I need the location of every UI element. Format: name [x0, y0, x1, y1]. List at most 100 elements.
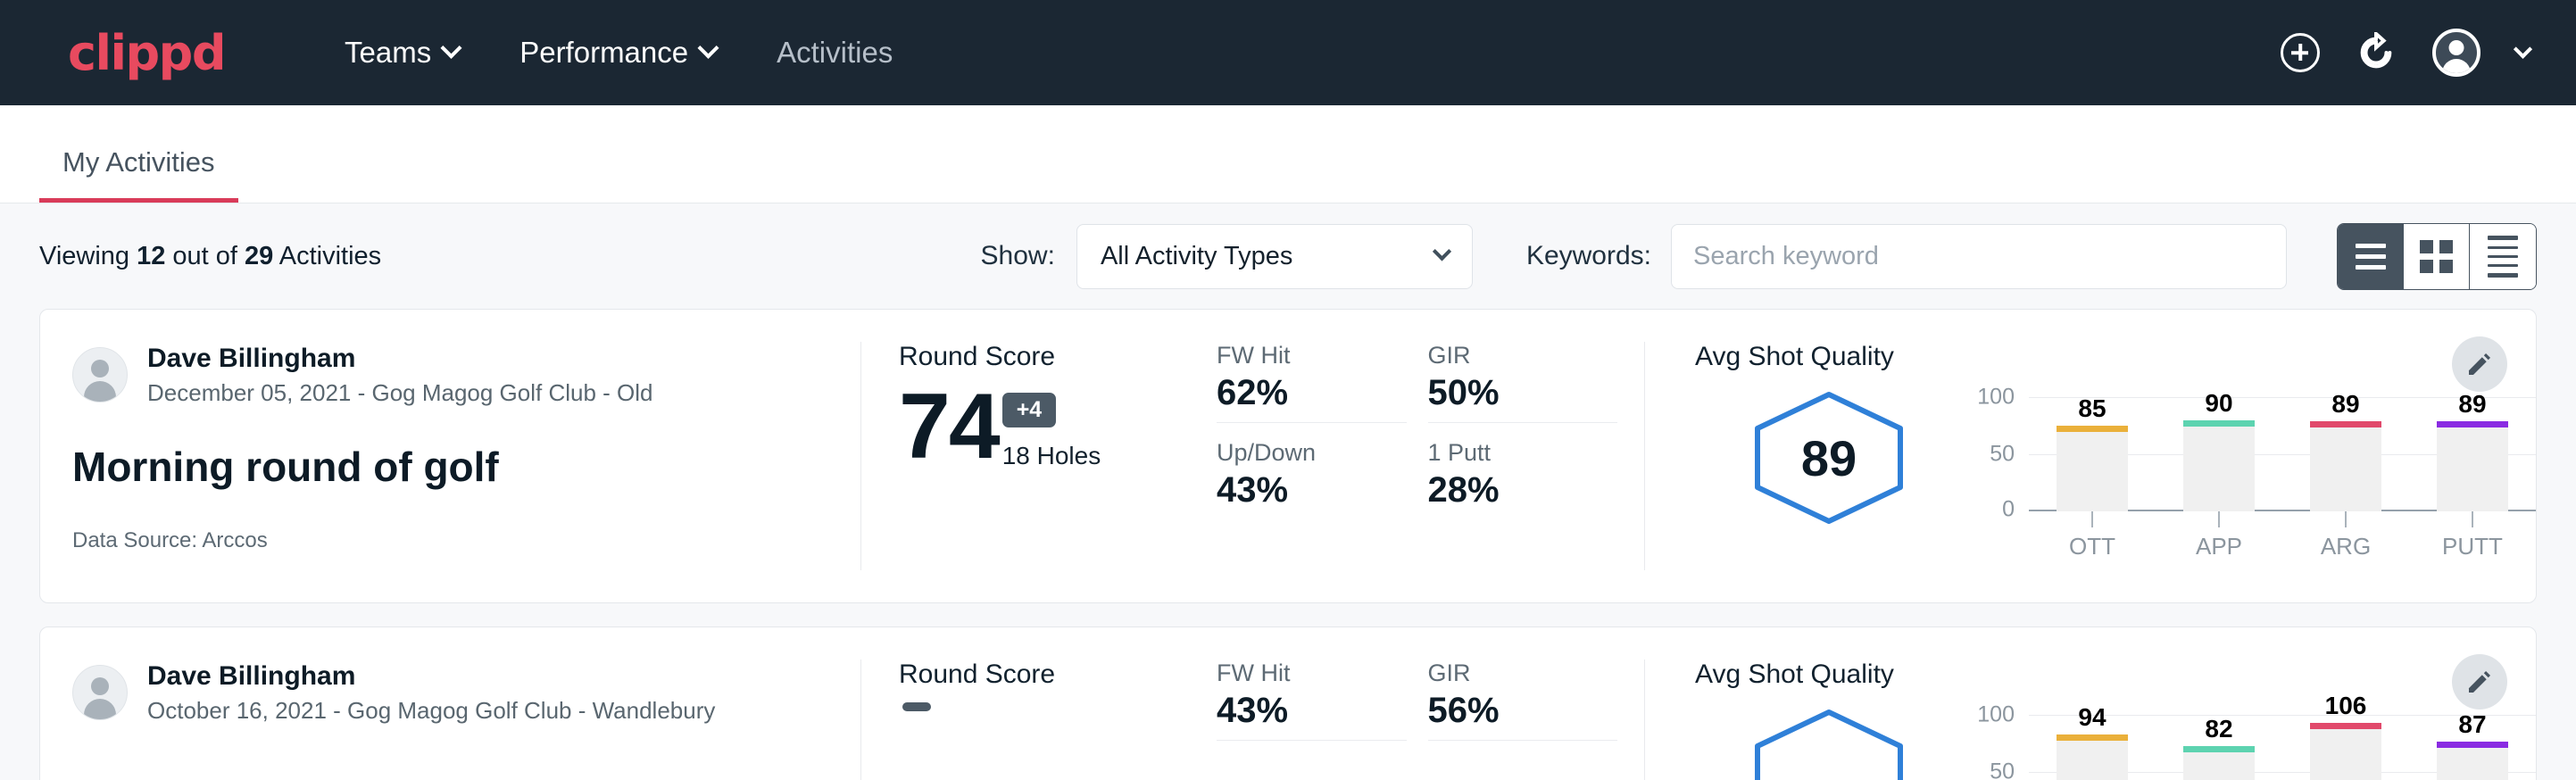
keywords-label: Keywords: [1526, 241, 1651, 271]
bar-cap [2437, 742, 2508, 748]
grid-view-button[interactable] [2404, 224, 2470, 289]
holes-label: 18 Holes [1002, 442, 1101, 470]
chevron-down-icon[interactable] [2514, 39, 2532, 58]
round-score-extras [902, 702, 931, 726]
page-body: Viewing 12 out of 29 Activities Show: Al… [0, 203, 2576, 780]
bar-cap [2057, 734, 2128, 741]
stat-one-putt: 1 Putt 28% [1428, 439, 1618, 519]
bar-group-putt: 87 [2409, 715, 2536, 780]
bar-value: 90 [2205, 389, 2232, 418]
avg-shot-quality-row: 89 100 50 0 85 9 [1695, 381, 2536, 560]
nav-item-activities[interactable]: Activities [746, 36, 923, 70]
round-score-value: 74 [899, 385, 999, 470]
bar-group-ott: 85 [2029, 397, 2156, 511]
nav-icon-group [2281, 29, 2530, 77]
hexagon-icon [1750, 708, 1907, 780]
refresh-icon[interactable] [2356, 32, 2397, 73]
activity-stats-grid: FW Hit 43% GIR 56% [1217, 660, 1645, 780]
x-tick-arg: ARG [2282, 511, 2409, 560]
detail-view-button[interactable] [2470, 224, 2536, 289]
activity-stats-grid: FW Hit 62% GIR 50% Up/Down 43% 1 Putt 28… [1217, 342, 1645, 570]
bar-cap [2183, 420, 2255, 427]
chevron-down-icon [1433, 242, 1451, 261]
stat-gir: GIR 50% [1428, 342, 1618, 423]
stat-value: 43% [1217, 470, 1407, 510]
viewing-total: 29 [245, 242, 273, 270]
view-toggle-group [2337, 223, 2537, 290]
stat-value: 56% [1428, 691, 1618, 731]
pencil-icon [2465, 668, 2494, 696]
nav-item-teams-label: Teams [345, 36, 431, 70]
hexagon-score: 89 [1750, 390, 1907, 526]
x-tick-app: APP [2156, 511, 2282, 560]
activity-card[interactable]: Dave Billingham October 16, 2021 - Gog M… [39, 626, 2537, 780]
activity-card[interactable]: Dave Billingham December 05, 2021 - Gog … [39, 309, 2537, 603]
chart-bars: 94 82 106 8 [2029, 715, 2536, 780]
tab-bar: My Activities [0, 105, 2576, 203]
stat-label: FW Hit [1217, 660, 1407, 687]
search-input[interactable] [1671, 224, 2287, 289]
y-tick-100: 100 [1977, 385, 2015, 411]
stat-value: 43% [1217, 691, 1407, 731]
bar-value: 85 [2078, 394, 2106, 423]
stat-label: FW Hit [1217, 342, 1407, 369]
round-score-value-row: 74 +4 18 Holes [899, 385, 1217, 470]
activity-meta: December 05, 2021 - Gog Magog Golf Club … [147, 378, 653, 409]
avg-shot-quality-column: Avg Shot Quality 89 100 50 0 [1645, 342, 2536, 570]
app-logo[interactable]: clippd [68, 25, 225, 81]
stat-label: 1 Putt [1428, 439, 1618, 467]
add-circle-icon[interactable] [2281, 33, 2320, 72]
chart-plot-area: 100 50 0 94 82 [2029, 715, 2536, 780]
bar-value: 89 [2458, 390, 2486, 419]
activity-meta: October 16, 2021 - Gog Magog Golf Club -… [147, 695, 715, 726]
list-icon-line [2356, 244, 2386, 248]
edit-activity-button[interactable] [2452, 654, 2507, 709]
status-badge: +4 [1002, 393, 1057, 427]
list-view-button[interactable] [2338, 224, 2404, 289]
grid-icon [2420, 240, 2453, 273]
stat-up-down: Up/Down 43% [1217, 439, 1407, 519]
activity-user-text: Dave Billingham December 05, 2021 - Gog … [147, 342, 653, 409]
stat-gir: GIR 56% [1428, 660, 1618, 741]
activity-type-select[interactable]: All Activity Types [1076, 224, 1473, 289]
bar-group-app: 82 [2156, 715, 2282, 780]
activity-user-name: Dave Billingham [147, 660, 715, 693]
bar-arg [2310, 421, 2381, 511]
nav-item-activities-label: Activities [777, 36, 893, 70]
bar-group-arg: 106 [2282, 715, 2409, 780]
tab-my-activities[interactable]: My Activities [39, 146, 238, 203]
edit-activity-button[interactable] [2452, 336, 2507, 392]
viewing-count-text: Viewing 12 out of 29 Activities [39, 242, 381, 271]
bar-app [2183, 420, 2255, 511]
nav-item-teams[interactable]: Teams [314, 36, 489, 70]
bar-group-app: 90 [2156, 397, 2282, 511]
nav-item-performance[interactable]: Performance [489, 36, 746, 70]
nav-item-performance-label: Performance [519, 36, 688, 70]
chevron-down-icon [441, 37, 462, 58]
bar-value: 82 [2205, 715, 2232, 743]
stat-fw-hit: FW Hit 43% [1217, 660, 1407, 741]
y-tick-100: 100 [1977, 702, 2015, 728]
top-navigation-bar: clippd Teams Performance Activities [0, 0, 2576, 105]
y-tick-50: 50 [1990, 759, 2015, 780]
account-avatar-icon[interactable] [2432, 29, 2480, 77]
bar-arg [2310, 723, 2381, 780]
x-tick-label: OTT [2069, 533, 2115, 560]
bar-cap [2310, 421, 2381, 427]
shot-quality-chart: 100 50 0 85 90 [1963, 381, 2536, 560]
detail-icon-line [2488, 246, 2518, 249]
avg-shot-quality-label: Avg Shot Quality [1695, 660, 2536, 690]
y-tick-50: 50 [1990, 442, 2015, 468]
stat-fw-hit: FW Hit 62% [1217, 342, 1407, 423]
bar-cap [2183, 746, 2255, 752]
bar-group-ott: 94 [2029, 715, 2156, 780]
bar-value: 106 [2325, 692, 2367, 720]
bar-cap [2310, 723, 2381, 729]
stat-label: GIR [1428, 342, 1618, 369]
activity-user-row: Dave Billingham October 16, 2021 - Gog M… [72, 660, 821, 726]
activity-type-select-value: All Activity Types [1101, 242, 1435, 271]
bar-cap [2437, 421, 2508, 427]
round-score-extras: +4 18 Holes [1002, 393, 1101, 470]
detail-icon-line [2488, 255, 2518, 258]
stat-up-down [1217, 757, 1407, 769]
